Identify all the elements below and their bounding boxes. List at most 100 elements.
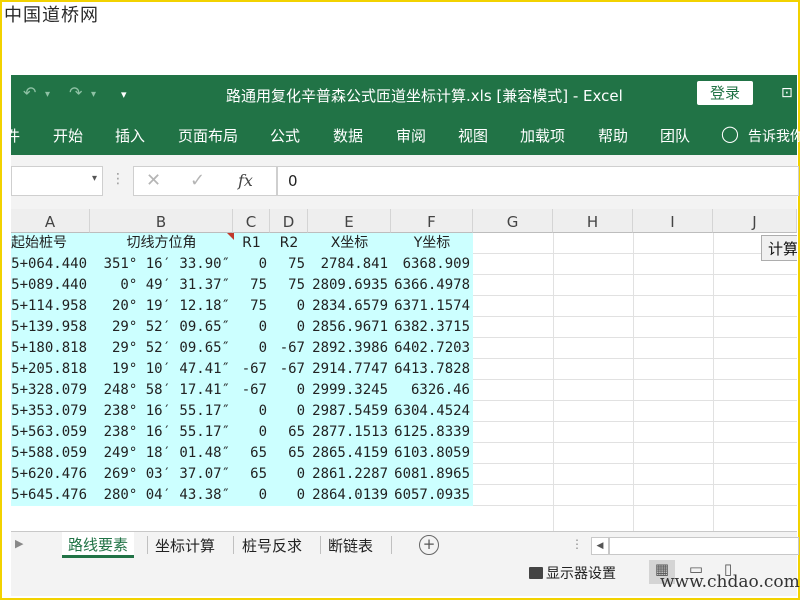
cell-tangent-azimuth[interactable]: 20° 19′ 12.18″ — [90, 296, 233, 317]
sheet-tab-route-elements[interactable]: 路线要素 — [62, 532, 135, 558]
enter-check-icon[interactable]: ✓ — [190, 170, 205, 191]
tab-view[interactable]: 视图 — [458, 125, 488, 146]
header-tangent-azimuth[interactable]: 切线方位角 — [90, 233, 233, 254]
chevron-down-icon[interactable]: ▾ — [92, 173, 97, 184]
cell-start-station[interactable]: 5+064.440 — [11, 254, 90, 275]
cell-r1[interactable]: -67 — [233, 359, 270, 380]
cell-r1[interactable]: 65 — [233, 464, 270, 485]
cell-tangent-azimuth[interactable]: 249° 18′ 01.48″ — [90, 443, 233, 464]
cell-r2[interactable]: 0 — [270, 485, 308, 506]
login-button[interactable]: 登录 — [697, 81, 753, 105]
cell-y-coordinate[interactable]: 6371.1574 — [391, 296, 473, 317]
undo-dropdown-icon[interactable]: ▾ — [45, 89, 50, 100]
column-header-b[interactable]: B — [90, 209, 233, 233]
cell-y-coordinate[interactable]: 6368.909 — [391, 254, 473, 275]
cell-y-coordinate[interactable]: 6103.8059 — [391, 443, 473, 464]
column-header-f[interactable]: F — [391, 209, 473, 233]
cell-x-coordinate[interactable]: 2864.0139 — [308, 485, 391, 506]
tab-review[interactable]: 审阅 — [396, 125, 426, 146]
column-header-g[interactable]: G — [473, 209, 553, 233]
cell-start-station[interactable]: 5+645.476 — [11, 485, 90, 506]
cell-y-coordinate[interactable]: 6125.8339 — [391, 422, 473, 443]
tab-formulas[interactable]: 公式 — [270, 125, 300, 146]
header-r1[interactable]: R1 — [233, 233, 270, 254]
header-y-coordinate[interactable]: Y坐标 — [391, 233, 473, 254]
cell-r1[interactable]: 75 — [233, 275, 270, 296]
cell-r1[interactable]: 0 — [233, 317, 270, 338]
tab-home[interactable]: 开始 — [53, 125, 83, 146]
cell-r2[interactable]: 75 — [270, 254, 308, 275]
calculate-button[interactable]: 计算 — [761, 235, 797, 261]
cell-tangent-azimuth[interactable]: 0° 49′ 31.37″ — [90, 275, 233, 296]
display-settings[interactable]: 显示器设置 — [529, 563, 616, 583]
column-header-e[interactable]: E — [308, 209, 391, 233]
cell-y-coordinate[interactable]: 6326.46 — [391, 380, 473, 401]
cell-y-coordinate[interactable]: 6366.4978 — [391, 275, 473, 296]
cell-start-station[interactable]: 5+114.958 — [11, 296, 90, 317]
redo-icon[interactable]: ↷ — [69, 83, 82, 102]
cell-tangent-azimuth[interactable]: 238° 16′ 55.17″ — [90, 422, 233, 443]
cell-tangent-azimuth[interactable]: 29° 52′ 09.65″ — [90, 338, 233, 359]
cell-r2[interactable]: 0 — [270, 317, 308, 338]
comment-indicator-icon[interactable] — [227, 233, 234, 240]
cell-r2[interactable]: 0 — [270, 464, 308, 485]
cell-x-coordinate[interactable]: 2999.3245 — [308, 380, 391, 401]
header-start-station[interactable]: 起始桩号 — [11, 233, 90, 254]
column-header-c[interactable]: C — [233, 209, 270, 233]
cell-start-station[interactable]: 5+089.440 — [11, 275, 90, 296]
cell-start-station[interactable]: 5+328.079 — [11, 380, 90, 401]
customize-qat-icon[interactable]: ▾ — [121, 88, 127, 101]
tab-page-layout[interactable]: 页面布局 — [178, 125, 238, 146]
cell-r2[interactable]: 0 — [270, 296, 308, 317]
cell-y-coordinate[interactable]: 6304.4524 — [391, 401, 473, 422]
name-box[interactable]: ▾ — [11, 166, 103, 196]
cell-r2[interactable]: -67 — [270, 359, 308, 380]
cell-tangent-azimuth[interactable]: 19° 10′ 47.41″ — [90, 359, 233, 380]
cell-y-coordinate[interactable]: 6057.0935 — [391, 485, 473, 506]
cell-y-coordinate[interactable]: 6081.8965 — [391, 464, 473, 485]
cell-start-station[interactable]: 5+353.079 — [11, 401, 90, 422]
cell-y-coordinate[interactable]: 6382.3715 — [391, 317, 473, 338]
cell-r1[interactable]: 0 — [233, 485, 270, 506]
tab-insert[interactable]: 插入 — [115, 125, 145, 146]
cell-x-coordinate[interactable]: 2784.841 — [308, 254, 391, 275]
insert-function-icon[interactable]: fx — [238, 171, 253, 190]
formula-input[interactable]: 0 — [277, 166, 799, 196]
lightbulb-icon[interactable]: ◯ — [721, 124, 739, 143]
header-x-coordinate[interactable]: X坐标 — [308, 233, 391, 254]
cell-x-coordinate[interactable]: 2914.7747 — [308, 359, 391, 380]
tell-me-search[interactable]: 告诉我你 — [748, 126, 800, 146]
cell-x-coordinate[interactable]: 2856.9671 — [308, 317, 391, 338]
header-r2[interactable]: R2 — [270, 233, 308, 254]
cell-start-station[interactable]: 5+180.818 — [11, 338, 90, 359]
scroll-left-icon[interactable]: ◀ — [591, 537, 609, 555]
worksheet-grid[interactable]: A B C D E F G H I J 起始桩号 切线方位角 R1 R2 X坐标 Y坐标 5… — [11, 209, 797, 531]
column-header-h[interactable]: H — [553, 209, 633, 233]
cell-x-coordinate[interactable]: 2987.5459 — [308, 401, 391, 422]
horizontal-scrollbar[interactable] — [609, 537, 799, 555]
cell-start-station[interactable]: 5+205.818 — [11, 359, 90, 380]
column-header-i[interactable]: I — [633, 209, 713, 233]
cell-x-coordinate[interactable]: 2877.1513 — [308, 422, 391, 443]
tab-addins[interactable]: 加载项 — [520, 125, 565, 146]
cell-r1[interactable]: -67 — [233, 380, 270, 401]
cell-tangent-azimuth[interactable]: 29° 52′ 09.65″ — [90, 317, 233, 338]
tab-file[interactable]: 件 — [5, 125, 20, 146]
cell-tangent-azimuth[interactable]: 238° 16′ 55.17″ — [90, 401, 233, 422]
cell-tangent-azimuth[interactable]: 269° 03′ 37.07″ — [90, 464, 233, 485]
cell-r1[interactable]: 0 — [233, 422, 270, 443]
cell-r2[interactable]: -67 — [270, 338, 308, 359]
cell-tangent-azimuth[interactable]: 351° 16′ 33.90″ — [90, 254, 233, 275]
sheet-tab-chain-break[interactable]: 断链表 — [328, 535, 373, 556]
cancel-icon[interactable]: ✕ — [146, 170, 161, 191]
column-header-j[interactable]: J — [713, 209, 797, 233]
cell-start-station[interactable]: 5+563.059 — [11, 422, 90, 443]
cell-r2[interactable]: 0 — [270, 401, 308, 422]
cell-x-coordinate[interactable]: 2834.6579 — [308, 296, 391, 317]
tab-data[interactable]: 数据 — [333, 125, 363, 146]
cell-r1[interactable]: 75 — [233, 296, 270, 317]
cell-r1[interactable]: 0 — [233, 254, 270, 275]
cell-tangent-azimuth[interactable]: 248° 58′ 17.41″ — [90, 380, 233, 401]
cell-r2[interactable]: 65 — [270, 443, 308, 464]
cell-x-coordinate[interactable]: 2861.2287 — [308, 464, 391, 485]
